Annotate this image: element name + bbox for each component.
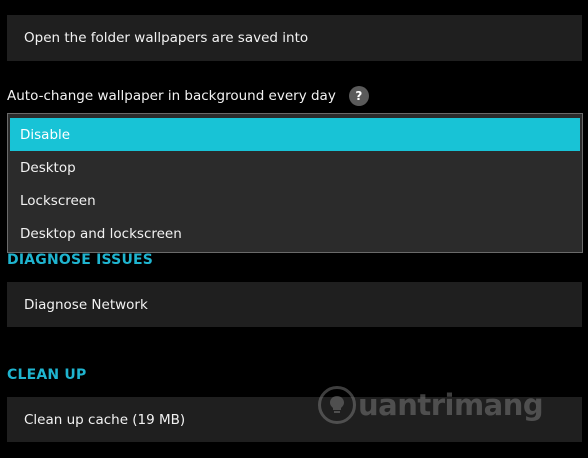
- open-folder-label: Open the folder wallpapers are saved int…: [24, 30, 309, 46]
- dropdown-option-desktop[interactable]: Desktop: [8, 151, 582, 184]
- autochange-label-row: Auto-change wallpaper in background ever…: [7, 84, 369, 108]
- dropdown-option-disable[interactable]: Disable: [10, 118, 580, 151]
- dropdown-option-lockscreen[interactable]: Lockscreen: [8, 184, 582, 217]
- clean-cache-label: Clean up cache (19 MB): [24, 411, 186, 428]
- diagnose-section-title: DIAGNOSE ISSUES: [7, 252, 154, 268]
- dropdown-option-desktop-and-lockscreen[interactable]: Desktop and lockscreen: [8, 217, 582, 250]
- help-icon[interactable]: ?: [348, 86, 369, 106]
- watermark-text: uantrimang: [358, 388, 544, 422]
- diagnose-network-label: Diagnose Network: [24, 296, 148, 313]
- lightbulb-icon: [318, 386, 356, 424]
- autochange-label: Auto-change wallpaper in background ever…: [7, 88, 336, 104]
- watermark: uantrimang: [318, 386, 544, 424]
- autochange-dropdown[interactable]: Disable Desktop Lockscreen Desktop and l…: [7, 113, 583, 253]
- cleanup-section-title: CLEAN UP: [7, 367, 87, 383]
- open-folder-button[interactable]: Open the folder wallpapers are saved int…: [7, 15, 582, 61]
- diagnose-network-button[interactable]: Diagnose Network: [7, 282, 582, 327]
